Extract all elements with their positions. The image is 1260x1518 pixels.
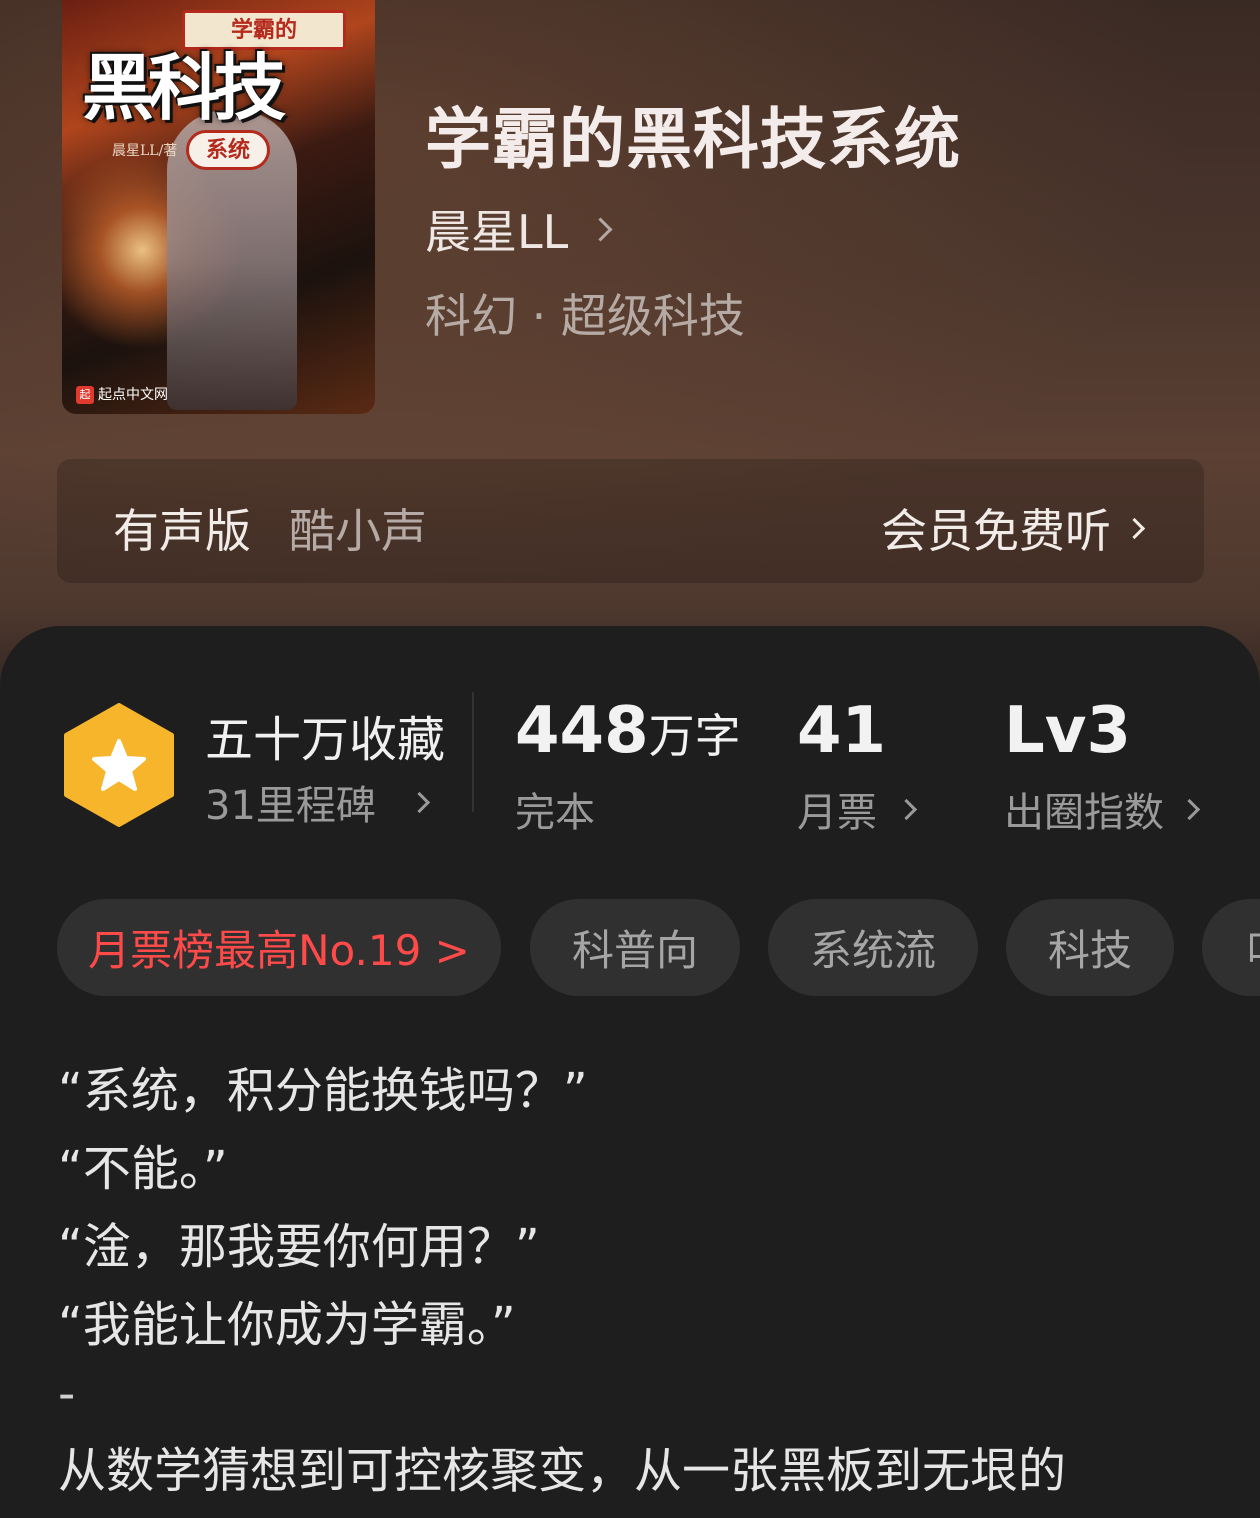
collection-count[interactable]: 五十万收藏 bbox=[205, 700, 445, 770]
book-intro[interactable]: “系统，积分能换钱吗？” “不能。” “淦，那我要你何用？” “我能让你成为学霸… bbox=[58, 1052, 1218, 1510]
cover-author-tag: 晨星LL/著 bbox=[112, 143, 178, 159]
author-name: 晨星LL bbox=[425, 205, 569, 259]
word-count-number: 448 bbox=[515, 694, 649, 768]
word-count: 448万字 bbox=[515, 694, 741, 768]
audio-source: 酷小声 bbox=[289, 504, 427, 558]
intro-line: “系统，积分能换钱吗？” bbox=[58, 1063, 588, 1119]
member-free-listen-button[interactable]: 会员免费听 bbox=[881, 495, 1146, 561]
intro-line: “淦，那我要你何用？” bbox=[58, 1219, 540, 1275]
chevron-right-icon bbox=[408, 791, 431, 813]
book-detail-page: 学霸的 黑科技 晨星LL/著 系统 起 起点中文网 学霸的黑科技系统 晨星LL … bbox=[0, 0, 1260, 1518]
monthly-ticket-link[interactable]: 月票 bbox=[797, 780, 918, 838]
audio-label: 有声版 bbox=[113, 504, 251, 558]
stats-divider bbox=[472, 692, 474, 812]
monthly-ticket-count[interactable]: 41 bbox=[797, 694, 886, 768]
tag-monthly-rank[interactable]: 月票榜最高No.19 > bbox=[57, 899, 501, 996]
influence-index-label: 出圈指数 bbox=[1004, 790, 1164, 836]
monthly-ticket-label: 月票 bbox=[797, 790, 877, 836]
cover-big-title: 黑科技 bbox=[82, 45, 286, 130]
tag-technology[interactable]: 科技 bbox=[1006, 899, 1174, 996]
intro-paragraph: 从数学猜想到可控核聚变，从一张黑板到无垠的 bbox=[58, 1443, 1067, 1499]
chevron-right-icon bbox=[1123, 517, 1146, 539]
publisher-name: 起点中文网 bbox=[98, 387, 168, 403]
author-link[interactable]: 晨星LL bbox=[425, 196, 613, 262]
cover-sub-badge: 系统 bbox=[186, 130, 270, 170]
member-free-listen-label: 会员免费听 bbox=[881, 504, 1111, 558]
completion-status: 完本 bbox=[515, 790, 595, 836]
chevron-right-icon bbox=[895, 798, 918, 820]
book-genre: 科幻 · 超级科技 bbox=[425, 289, 745, 343]
audio-version-bar[interactable]: 有声版 酷小声 会员免费听 bbox=[57, 459, 1204, 583]
intro-line: “不能。” bbox=[58, 1141, 228, 1197]
book-title: 学霸的黑科技系统 bbox=[425, 100, 961, 178]
intro-line: “我能让你成为学霸。” bbox=[58, 1297, 516, 1353]
word-count-unit: 万字 bbox=[648, 709, 741, 763]
tag-system-flow[interactable]: 系统流 bbox=[768, 899, 978, 996]
publisher-logo-icon: 起 bbox=[76, 386, 94, 404]
cover-top-badge: 学霸的 bbox=[182, 10, 346, 50]
influence-index-link[interactable]: 出圈指数 bbox=[1004, 780, 1201, 838]
cover-publisher: 起 起点中文网 bbox=[76, 384, 168, 406]
book-cover[interactable]: 学霸的 黑科技 晨星LL/著 系统 起 起点中文网 bbox=[62, 0, 375, 414]
influence-level[interactable]: Lv3 bbox=[1004, 694, 1131, 768]
chevron-right-icon bbox=[588, 216, 613, 242]
star-hexagon-icon bbox=[64, 703, 174, 827]
milestone-label: 31里程碑 bbox=[205, 783, 376, 829]
chevron-right-icon bbox=[1178, 798, 1201, 820]
intro-separator: - bbox=[58, 1366, 76, 1422]
milestone-link[interactable]: 31里程碑 bbox=[205, 773, 431, 831]
tag-popular-science[interactable]: 科普向 bbox=[530, 899, 740, 996]
